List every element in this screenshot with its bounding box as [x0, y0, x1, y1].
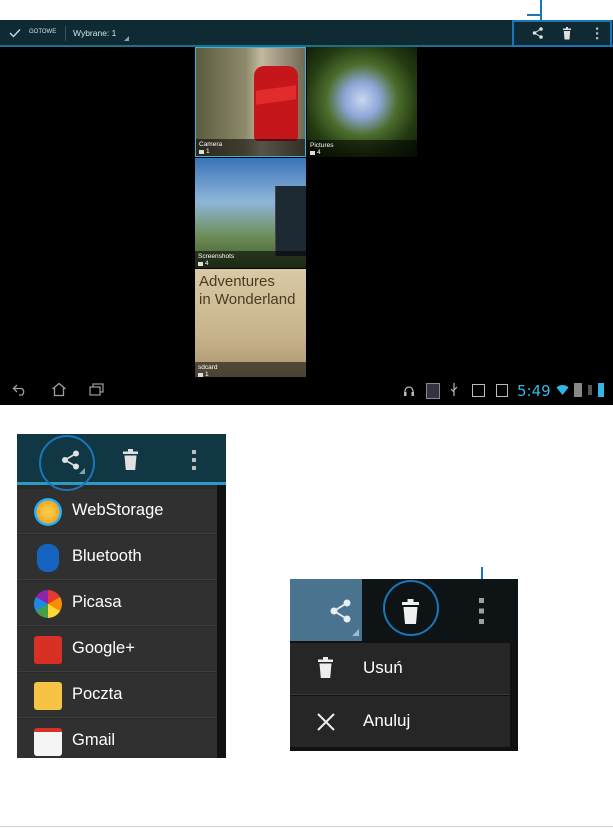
share-item-picasa[interactable]: Picasa: [17, 581, 217, 626]
album-count: 4: [317, 149, 321, 156]
home-icon[interactable]: [51, 382, 67, 397]
screenshot-panel-image: [275, 186, 306, 256]
trash-icon[interactable]: [122, 449, 139, 471]
album-name: Camera: [199, 141, 223, 148]
album-tile-screenshots[interactable]: Screenshots 4: [195, 158, 306, 268]
system-bar: 5:49: [0, 377, 613, 405]
gallery-notification-icon: [426, 383, 440, 399]
share-item-label: Google+: [72, 639, 135, 657]
share-item-label: Gmail: [72, 731, 116, 749]
folder-icon: [310, 150, 315, 155]
share-item-label: Bluetooth: [72, 547, 142, 565]
share-item-label: Picasa: [72, 593, 122, 611]
highlight-circle: [39, 435, 95, 491]
album-count: 4: [205, 260, 209, 267]
picasa-icon: [34, 590, 62, 618]
album-name: Screenshots: [198, 253, 235, 260]
share-icon: [330, 599, 351, 623]
done-button[interactable]: GOTOWE: [29, 29, 56, 35]
album-name: sdcard: [198, 364, 218, 371]
overflow-menu-icon[interactable]: [191, 449, 197, 471]
battery-icon: [598, 383, 604, 397]
share-item-mail[interactable]: Poczta: [17, 673, 217, 718]
share-item-gmail[interactable]: Gmail: [17, 719, 217, 758]
menu-item-cancel[interactable]: Anuluj: [290, 696, 510, 747]
album-tile-pictures[interactable]: Pictures 4: [307, 47, 417, 157]
divider: [65, 26, 66, 41]
share-button-area[interactable]: [290, 579, 362, 641]
back-icon[interactable]: [12, 384, 28, 396]
callout-line: [527, 14, 542, 16]
dropdown-corner-icon: [124, 36, 129, 41]
share-item-label: WebStorage: [72, 501, 164, 519]
album-tile-sdcard[interactable]: Adventures in Wonderland sdcard 1: [195, 269, 306, 379]
headphones-icon: [404, 386, 414, 396]
folder-icon: [198, 261, 203, 266]
check-icon[interactable]: [9, 28, 21, 38]
mail-icon: [34, 682, 62, 710]
share-item-label: Poczta: [72, 685, 123, 703]
charging-icon: [588, 385, 592, 395]
clock: 5:49: [517, 382, 551, 400]
tablet-screenshot: GOTOWE Wybrane: 1 Camera 1 Pictures 4 Sc…: [0, 20, 613, 405]
page-bottom-rule: [0, 826, 613, 827]
selection-dropdown[interactable]: Wybrane: 1: [73, 28, 116, 38]
book-title-line2: in Wonderland: [199, 291, 296, 308]
usb-icon: [450, 383, 458, 396]
menu-item-label: Anuluj: [363, 711, 411, 730]
close-icon: [317, 713, 335, 731]
callout-line: [540, 0, 542, 20]
scroll-gutter: [217, 485, 226, 758]
share-item-webstorage[interactable]: WebStorage: [17, 489, 217, 534]
share-item-google-plus[interactable]: Google+: [17, 627, 217, 672]
album-count: 1: [206, 148, 210, 155]
google-plus-icon: [34, 636, 62, 664]
folder-icon: [198, 372, 203, 377]
image-icon: [496, 384, 508, 397]
recent-apps-icon[interactable]: [89, 383, 104, 396]
overflow-menu-icon[interactable]: [478, 597, 485, 625]
action-bar: GOTOWE Wybrane: 1: [0, 20, 613, 47]
menu-item-label: Usuń: [363, 658, 403, 677]
webstorage-icon: [34, 498, 62, 526]
signal-icon: [574, 383, 582, 397]
camera-icon: [199, 149, 204, 154]
album-caption: Camera 1: [196, 139, 305, 156]
share-item-bluetooth[interactable]: Bluetooth: [17, 535, 217, 580]
album-caption: Pictures 4: [307, 140, 417, 157]
trash-icon: [318, 657, 333, 678]
highlight-circle: [383, 580, 439, 636]
gmail-icon: [34, 728, 62, 756]
trash-icon[interactable]: [562, 27, 572, 40]
album-caption: Screenshots 4: [195, 251, 306, 268]
download-icon: [472, 384, 485, 397]
album-name: Pictures: [310, 142, 334, 149]
book-title-line1: Adventures: [199, 273, 275, 290]
share-icon[interactable]: [531, 26, 545, 40]
dropdown-corner-icon: [352, 629, 359, 636]
bluetooth-icon: [37, 544, 59, 572]
menu-item-delete[interactable]: Usuń: [290, 643, 510, 695]
wifi-icon: [556, 385, 569, 395]
overflow-menu-icon[interactable]: [595, 27, 599, 40]
album-tile-camera[interactable]: Camera 1: [195, 47, 306, 157]
